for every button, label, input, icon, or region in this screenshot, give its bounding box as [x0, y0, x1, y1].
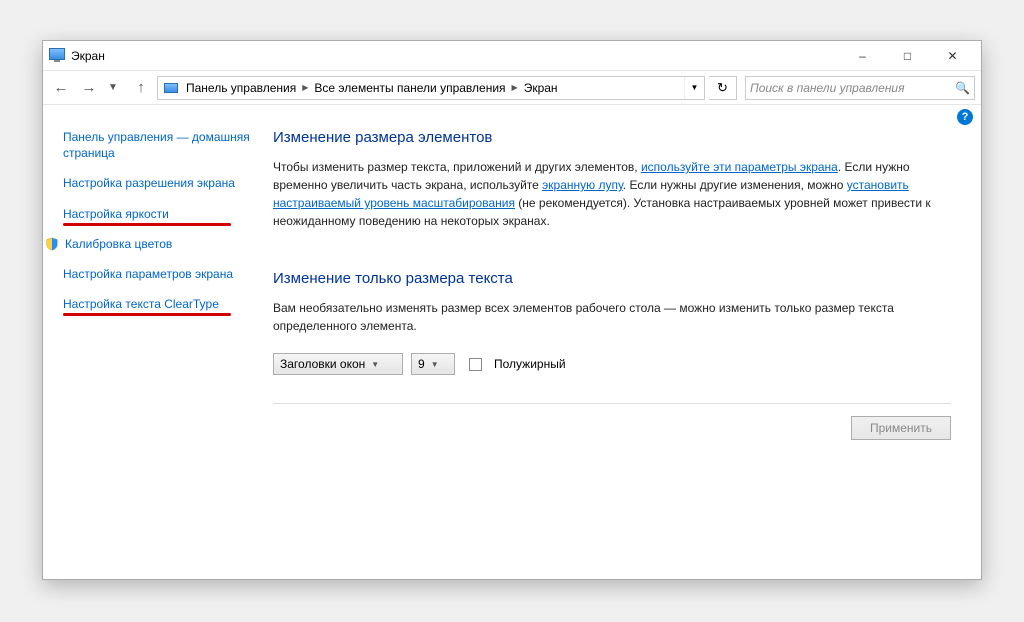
paragraph-text-size: Вам необязательно изменять размер всех э… [273, 299, 951, 335]
maximize-button[interactable]: □ [885, 41, 930, 70]
address-dropdown[interactable]: ▼ [684, 77, 704, 99]
refresh-button[interactable]: ↻ [709, 76, 737, 100]
window-title: Экран [71, 49, 105, 63]
heading-text-size: Изменение только размера текста [273, 270, 951, 287]
control-panel-window: Экран – □ ✕ ← → ▼ ↑ Панель управления ▶ … [42, 40, 982, 580]
navigation-bar: ← → ▼ ↑ Панель управления ▶ Все элементы… [43, 71, 981, 105]
font-size-value: 9 [418, 357, 425, 371]
breadcrumb-item[interactable]: Экран [520, 77, 562, 99]
nav-history-dropdown[interactable]: ▼ [101, 76, 125, 100]
heading-resize-elements: Изменение размера элементов [273, 129, 951, 146]
sidebar-home-link[interactable]: Панель управления — домашняя страница [63, 129, 255, 161]
chevron-right-icon: ▶ [510, 83, 520, 92]
help-button[interactable]: ? [957, 109, 973, 125]
chevron-right-icon: ▶ [300, 83, 310, 92]
minimize-button[interactable]: – [840, 41, 885, 70]
shield-icon [45, 237, 59, 251]
search-input[interactable] [750, 81, 951, 95]
sidebar-resolution-link[interactable]: Настройка разрешения экрана [63, 175, 255, 191]
text-size-controls: Заголовки окон ▼ 9 ▼ Полужирный [273, 353, 951, 375]
sidebar-cleartype-link[interactable]: Настройка текста ClearType [63, 296, 255, 312]
bold-checkbox[interactable] [469, 358, 482, 371]
address-icon [164, 83, 178, 93]
apply-button[interactable]: Применить [851, 416, 951, 440]
main-content: Изменение размера элементов Чтобы измени… [263, 105, 981, 579]
link-display-settings[interactable]: используйте эти параметры экрана [641, 160, 838, 174]
window-body: ? Панель управления — домашняя страница … [43, 105, 981, 579]
link-magnifier[interactable]: экранную лупу [542, 178, 623, 192]
divider [273, 403, 951, 404]
sidebar-color-calibration-link[interactable]: Калибровка цветов [65, 236, 255, 252]
element-select[interactable]: Заголовки окон ▼ [273, 353, 403, 375]
close-button[interactable]: ✕ [930, 41, 975, 70]
search-box[interactable]: 🔍 [745, 76, 975, 100]
font-size-select[interactable]: 9 ▼ [411, 353, 455, 375]
nav-up-button[interactable]: ↑ [129, 76, 153, 100]
chevron-down-icon: ▼ [371, 360, 379, 369]
paragraph-resize: Чтобы изменить размер текста, приложений… [273, 158, 951, 230]
chevron-down-icon: ▼ [431, 360, 439, 369]
sidebar-brightness-link[interactable]: Настройка яркости [63, 206, 255, 222]
search-icon[interactable]: 🔍 [955, 81, 970, 95]
address-bar[interactable]: Панель управления ▶ Все элементы панели … [157, 76, 705, 100]
sidebar-screen-params-link[interactable]: Настройка параметров экрана [63, 266, 255, 282]
window-icon [49, 48, 65, 64]
element-select-value: Заголовки окон [280, 357, 365, 371]
nav-forward-button[interactable]: → [77, 76, 101, 100]
titlebar: Экран – □ ✕ [43, 41, 981, 71]
breadcrumb-item[interactable]: Все элементы панели управления [310, 77, 509, 99]
breadcrumb-item[interactable]: Панель управления [182, 77, 300, 99]
nav-back-button[interactable]: ← [49, 76, 73, 100]
bold-checkbox-label: Полужирный [494, 357, 566, 371]
sidebar: Панель управления — домашняя страница На… [43, 105, 263, 579]
